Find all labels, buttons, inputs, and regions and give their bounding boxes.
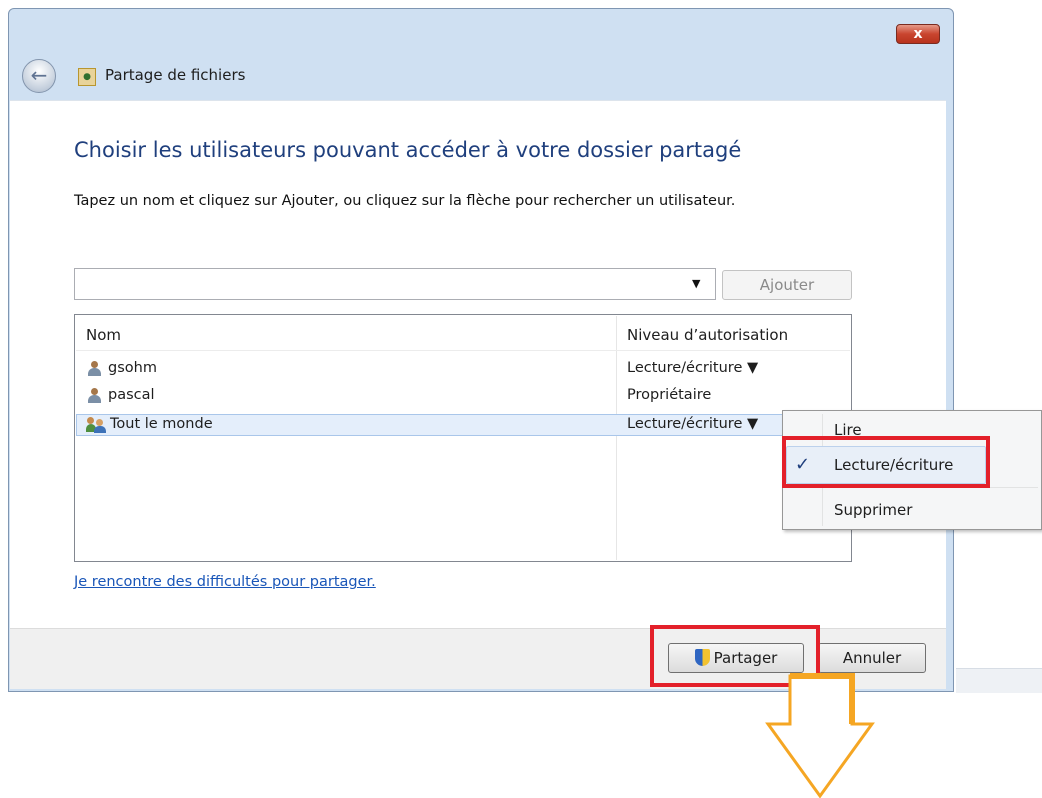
highlight-box-share [650, 625, 820, 687]
permission-dropdown[interactable]: Lecture/écriture ▼ [627, 360, 758, 376]
column-header-name[interactable]: Nom [86, 326, 121, 344]
dropdown-arrow-icon[interactable]: ▼ [692, 277, 700, 290]
user-name: pascal [108, 387, 155, 403]
users-table [74, 314, 852, 562]
user-name-combo[interactable] [74, 268, 716, 300]
help-link[interactable]: Je rencontre des difficultés pour partag… [74, 574, 376, 590]
window-title: Partage de fichiers [105, 66, 246, 84]
group-icon [86, 417, 106, 433]
file-sharing-icon: ● [78, 68, 96, 86]
close-button[interactable]: x [896, 24, 940, 44]
column-header-permission[interactable]: Niveau d’autorisation [627, 326, 788, 344]
user-icon [88, 388, 101, 403]
background-window [956, 668, 1042, 693]
instruction-text: Tapez un nom et cliquez sur Ajouter, ou … [74, 193, 736, 209]
column-divider [616, 316, 617, 560]
user-name: Tout le monde [110, 416, 213, 432]
menu-item-remove[interactable]: Supprimer [834, 501, 912, 519]
user-name: gsohm [108, 360, 157, 376]
header-divider [76, 350, 850, 351]
table-row[interactable] [76, 386, 850, 408]
cancel-button[interactable]: Annuler [818, 643, 926, 673]
page-heading: Choisir les utilisateurs pouvant accéder… [74, 138, 742, 162]
permission-dropdown[interactable]: Lecture/écriture ▼ [627, 416, 758, 432]
permission-label: Propriétaire [627, 387, 712, 403]
back-arrow-icon: ← [30, 63, 48, 87]
user-icon [88, 361, 101, 376]
add-button[interactable]: Ajouter [722, 270, 852, 300]
down-arrow-icon [765, 674, 875, 798]
highlight-box-menu [782, 436, 990, 488]
back-button[interactable]: ← [22, 59, 56, 93]
